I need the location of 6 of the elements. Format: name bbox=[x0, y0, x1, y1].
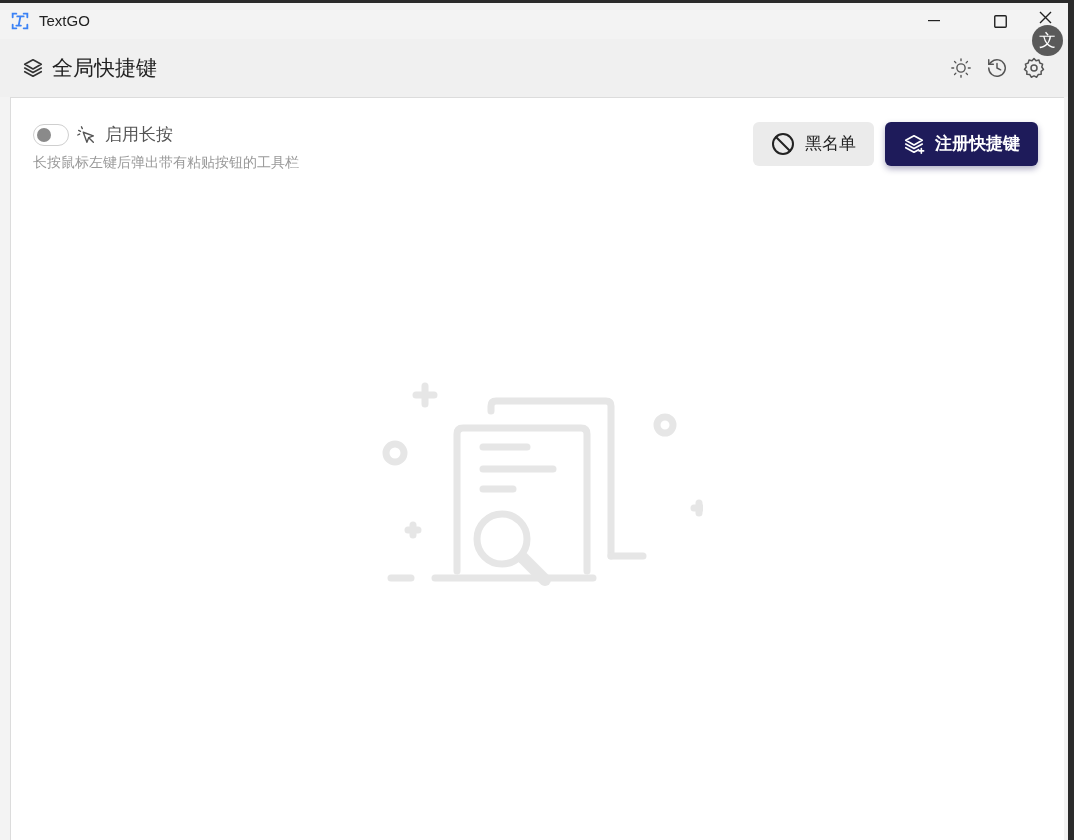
blacklist-button[interactable]: 黑名单 bbox=[753, 122, 874, 166]
window-title: TextGO bbox=[39, 10, 90, 31]
page-title: 全局快捷键 bbox=[52, 55, 157, 82]
long-press-label: 启用长按 bbox=[105, 124, 173, 146]
register-shortcut-button[interactable]: 注册快捷键 bbox=[885, 122, 1038, 166]
long-press-description: 长按鼠标左键后弹出带有粘贴按钮的工具栏 bbox=[33, 152, 299, 172]
